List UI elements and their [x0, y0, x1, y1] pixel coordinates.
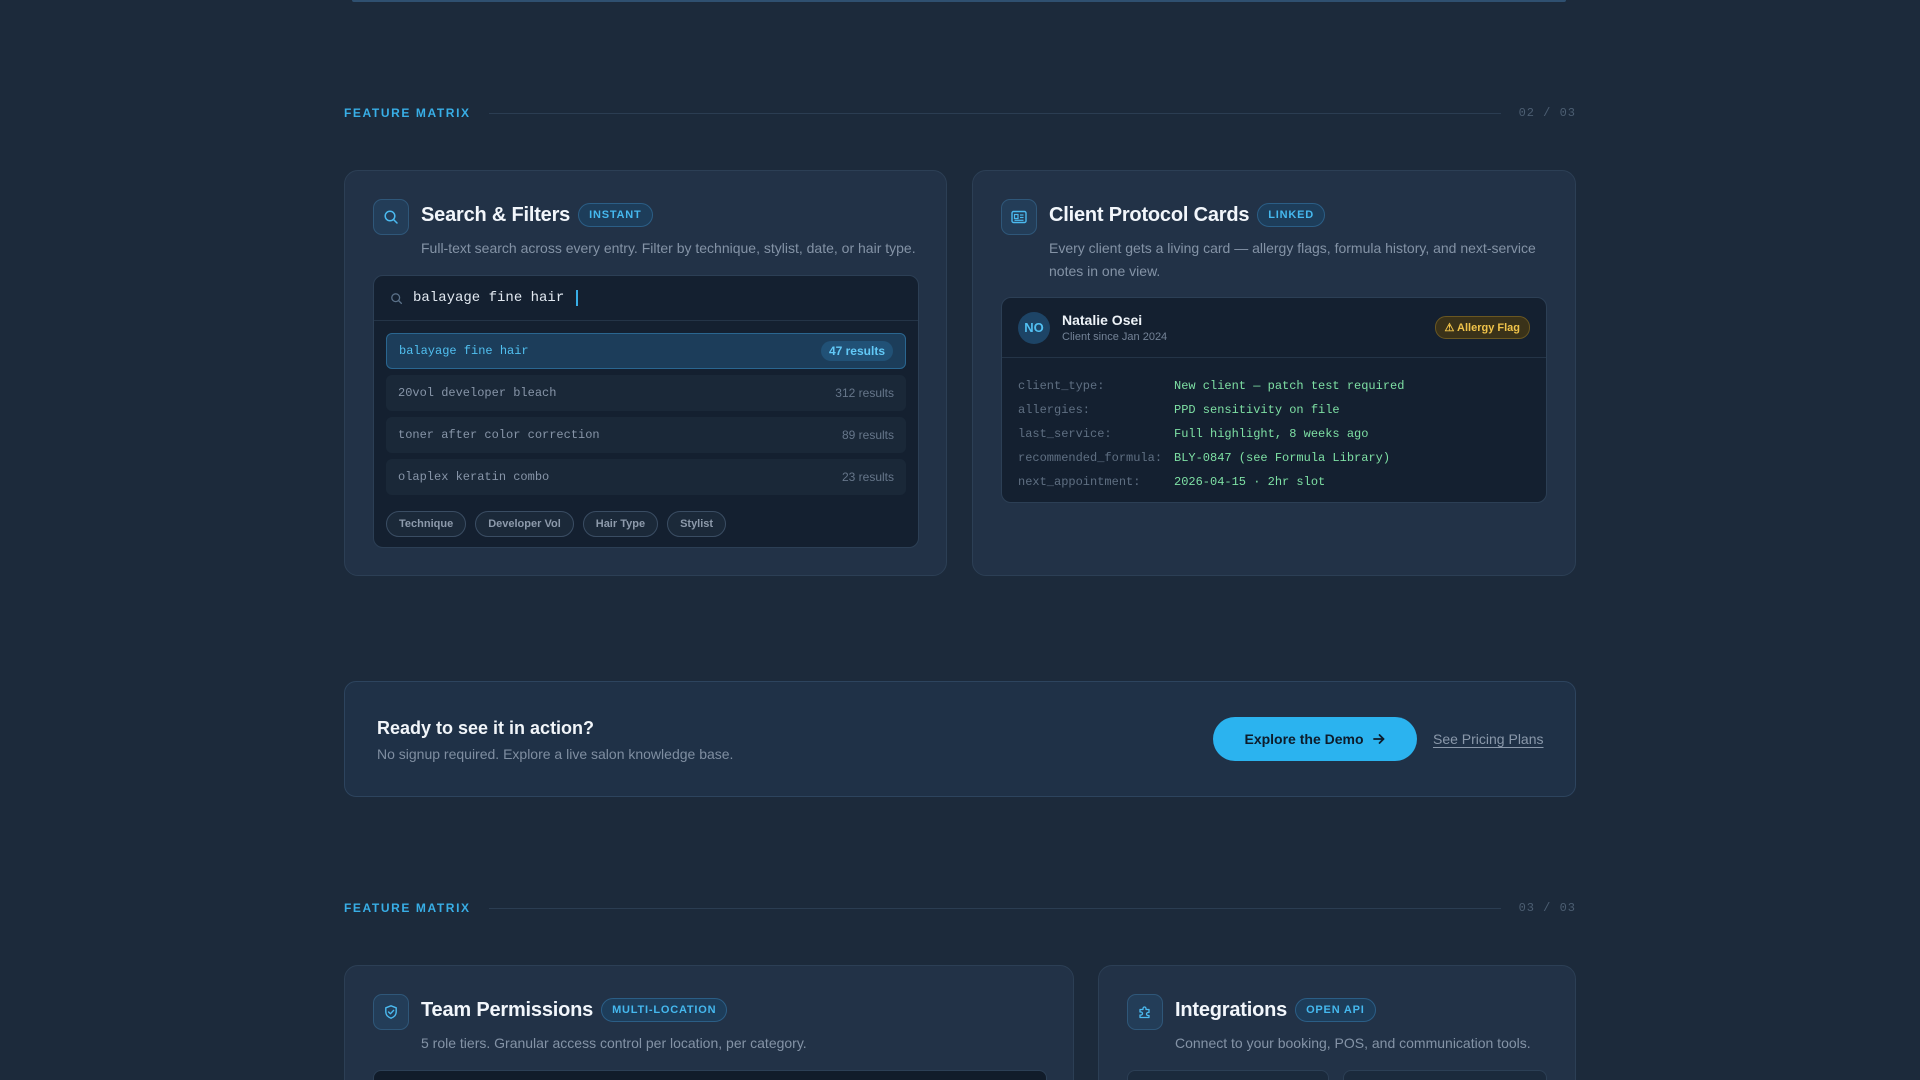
section-divider: [488, 907, 1501, 909]
search-demo-panel: balayage fine hair balayage fine hair 47…: [373, 275, 919, 548]
result-count: 47 results: [820, 341, 893, 361]
search-input[interactable]: balayage fine hair: [374, 276, 918, 321]
search-filters-card: Search & Filters INSTANT Full-text searc…: [344, 170, 947, 576]
id-card-icon: [1001, 199, 1037, 235]
search-results: balayage fine hair 47 results 20vol deve…: [374, 321, 918, 495]
client-protocol-card: Client Protocol Cards LINKED Every clien…: [972, 170, 1576, 576]
avatar: NO: [1018, 311, 1050, 344]
search-icon: [373, 199, 409, 235]
integrations-card: Integrations OPEN API Connect to your bo…: [1098, 965, 1576, 1080]
field-key: next_appointment:: [1018, 475, 1141, 489]
result-query: balayage fine hair: [399, 344, 529, 358]
cta-title: Ready to see it in action?: [377, 718, 595, 738]
field-key: recommended_formula:: [1018, 451, 1163, 465]
permissions-preview: [373, 1070, 1047, 1080]
card-description: Full-text search across every entry. Fil…: [421, 240, 916, 256]
filter-chip-stylist[interactable]: Stylist: [667, 511, 727, 537]
field-row: client_type: New client — patch test requ…: [1018, 374, 1530, 398]
field-value: PPD sensitivity on file: [1174, 403, 1340, 417]
card-description: Connect to your booking, POS, and commun…: [1175, 1035, 1531, 1051]
card-badge: MULTI-LOCATION: [601, 998, 728, 1022]
section-divider: [488, 112, 1501, 114]
client-name: Natalie Osei: [1062, 312, 1143, 328]
field-key: last_service:: [1018, 427, 1112, 441]
field-row: next_appointment: 2026-04-15 · 2hr slot: [1018, 470, 1530, 494]
card-title: Team Permissions: [421, 998, 594, 1021]
button-label: Explore the Demo: [1244, 731, 1364, 747]
filter-chip-developer-vol[interactable]: Developer Vol: [475, 511, 574, 537]
field-key: client_type:: [1018, 379, 1105, 393]
field-value: 2026-04-15 · 2hr slot: [1174, 475, 1326, 489]
top-divider: [352, 0, 1566, 2]
search-icon: [391, 292, 403, 304]
team-permissions-card: Team Permissions MULTI-LOCATION 5 role t…: [344, 965, 1074, 1080]
card-title: Client Protocol Cards: [1049, 203, 1250, 226]
search-result-item[interactable]: 20vol developer bleach 312 results: [386, 375, 906, 411]
result-query: olaplex keratin combo: [398, 470, 550, 484]
search-result-item[interactable]: toner after color correction 89 results: [386, 417, 906, 453]
result-query: toner after color correction: [398, 428, 600, 442]
result-count: 89 results: [841, 428, 894, 442]
filter-chip-hair-type[interactable]: Hair Type: [582, 511, 659, 537]
section-counter: 03 / 03: [1518, 901, 1576, 915]
integration-tile: [1127, 1070, 1329, 1080]
field-row: allergies: PPD sensitivity on file: [1018, 398, 1530, 422]
filter-chip-technique[interactable]: Technique: [386, 511, 467, 537]
client-fields: client_type: New client — patch test requ…: [1002, 358, 1546, 494]
section-header: FEATURE MATRIX 02 / 03: [344, 103, 1576, 123]
arrow-right-icon: [1372, 734, 1384, 744]
field-value: New client — patch test required: [1174, 379, 1405, 393]
card-description: 5 role tiers. Granular access control pe…: [421, 1035, 807, 1051]
card-description: Every client gets a living card — allerg…: [1049, 240, 1536, 279]
result-query: 20vol developer bleach: [398, 386, 557, 400]
field-value: Full highlight, 8 weeks ago: [1174, 427, 1369, 441]
card-badge: LINKED: [1257, 203, 1326, 227]
result-count: 312 results: [835, 386, 894, 400]
search-query: balayage fine hair: [413, 290, 565, 306]
result-count: 23 results: [841, 470, 894, 484]
pricing-link[interactable]: See Pricing Plans: [1433, 731, 1544, 747]
integration-tile: [1343, 1070, 1547, 1080]
section-label: FEATURE MATRIX: [344, 106, 471, 120]
card-title: Search & Filters: [421, 203, 571, 226]
cta-banner: Ready to see it in action? No signup req…: [344, 681, 1576, 797]
allergy-flag-badge: ⚠ Allergy Flag: [1434, 316, 1530, 339]
field-key: allergies:: [1018, 403, 1091, 417]
section-counter: 02 / 03: [1518, 106, 1576, 120]
cta-subtitle: No signup required. Explore a live salon…: [377, 746, 734, 762]
section-header: FEATURE MATRIX 03 / 03: [344, 898, 1576, 918]
field-row: last_service: Full highlight, 8 weeks ago: [1018, 422, 1530, 446]
shield-check-icon: [373, 994, 409, 1030]
search-result-item[interactable]: olaplex keratin combo 23 results: [386, 459, 906, 495]
filter-chips: Technique Developer Vol Hair Type Stylis…: [374, 501, 918, 537]
card-badge: OPEN API: [1295, 998, 1376, 1022]
field-row: recommended_formula: BLY-0847 (see Formul…: [1018, 446, 1530, 470]
search-result-item[interactable]: balayage fine hair 47 results: [386, 333, 906, 369]
card-badge: INSTANT: [578, 203, 653, 227]
client-detail-panel: NO Natalie Osei Client since Jan 2024 ⚠ …: [1001, 297, 1547, 503]
client-since: Client since Jan 2024: [1062, 331, 1168, 343]
text-caret: [576, 290, 579, 306]
section-label: FEATURE MATRIX: [344, 901, 471, 915]
field-value: BLY-0847 (see Formula Library): [1174, 451, 1391, 465]
explore-demo-button[interactable]: Explore the Demo: [1213, 717, 1417, 761]
client-header: NO Natalie Osei Client since Jan 2024 ⚠ …: [1002, 298, 1546, 358]
puzzle-icon: [1127, 994, 1163, 1030]
card-title: Integrations: [1175, 998, 1288, 1021]
